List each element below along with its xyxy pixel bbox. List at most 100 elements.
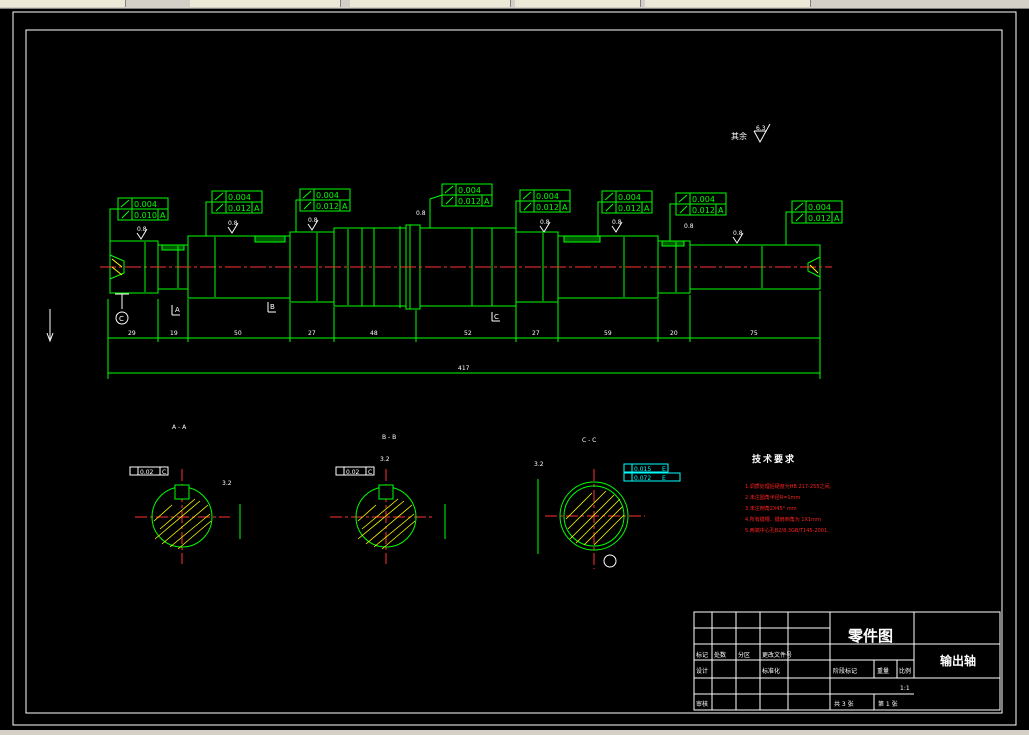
requirement-item: 2.未注圆角半径R=1mm bbox=[745, 494, 800, 501]
svg-text:设计: 设计 bbox=[696, 667, 708, 675]
svg-text:3.2: 3.2 bbox=[534, 461, 544, 468]
svg-text:审核: 审核 bbox=[696, 700, 708, 708]
roughness-note: 其余 6.3 bbox=[731, 123, 771, 144]
total-length-label: 417 bbox=[458, 365, 470, 372]
section-b-title: B - B bbox=[382, 434, 396, 441]
tolerance-frame-7: 0.004 0.012 A bbox=[675, 192, 727, 216]
svg-text:0.015: 0.015 bbox=[634, 466, 651, 473]
requirement-item: 5.两端中心孔B2/8.3GB/T145-2001. bbox=[745, 527, 829, 534]
svg-text:重量: 重量 bbox=[877, 667, 889, 675]
svg-text:0.004: 0.004 bbox=[692, 195, 715, 204]
datum-circle-label: C bbox=[119, 315, 124, 323]
svg-text:分区: 分区 bbox=[738, 651, 750, 659]
cad-drawing-canvas[interactable]: 其余 6.3 A B C C 0.004 0.010 A 0.004 0.012… bbox=[0, 9, 1029, 730]
segment-length-labels: 29 19 50 27 48 52 27 59 20 75 bbox=[128, 330, 758, 337]
svg-text:0.8: 0.8 bbox=[684, 223, 694, 230]
svg-text:A: A bbox=[834, 214, 840, 223]
outer-frame bbox=[12, 11, 1017, 726]
svg-text:48: 48 bbox=[370, 330, 378, 337]
svg-text:A: A bbox=[644, 204, 650, 213]
svg-text:0.004: 0.004 bbox=[458, 186, 481, 195]
toolbar-tab[interactable] bbox=[0, 0, 126, 7]
status-bar bbox=[0, 730, 1029, 735]
section-c-view: C - C 0.015 E 0.072 E 3.2 bbox=[534, 437, 681, 569]
svg-text:标记: 标记 bbox=[696, 651, 708, 659]
svg-text:0.02: 0.02 bbox=[140, 469, 154, 476]
section-c-title: C - C bbox=[582, 437, 596, 444]
svg-text:A: A bbox=[254, 204, 260, 213]
svg-text:20: 20 bbox=[670, 330, 678, 337]
window-toolbar bbox=[0, 0, 1029, 9]
svg-text:0.072: 0.072 bbox=[634, 475, 651, 482]
svg-text:比例: 比例 bbox=[899, 667, 911, 675]
svg-text:0.012: 0.012 bbox=[808, 214, 831, 223]
svg-text:0.8: 0.8 bbox=[416, 210, 426, 217]
svg-text:第 1 张: 第 1 张 bbox=[878, 700, 898, 708]
svg-text:E: E bbox=[662, 466, 666, 473]
section-mark-c: C bbox=[494, 313, 499, 321]
svg-text:0.012: 0.012 bbox=[618, 204, 641, 213]
toolbar-tab[interactable] bbox=[350, 0, 511, 7]
toolbar-tab[interactable] bbox=[515, 0, 641, 7]
section-a-view: A - A 0.02 C 3.2 bbox=[129, 424, 241, 564]
toolbar-tab[interactable] bbox=[645, 0, 811, 7]
tolerance-frame-2: 0.004 0.012 A bbox=[211, 190, 263, 214]
svg-text:阶段标记: 阶段标记 bbox=[833, 667, 857, 675]
svg-text:更改文件号: 更改文件号 bbox=[762, 651, 792, 659]
svg-text:处数: 处数 bbox=[714, 651, 726, 659]
roughness-note-prefix: 其余 bbox=[731, 131, 747, 141]
svg-text:0.004: 0.004 bbox=[808, 203, 831, 212]
drawing-type-label: 零件图 bbox=[847, 627, 893, 645]
toolbar-tab[interactable] bbox=[190, 0, 341, 7]
svg-text:52: 52 bbox=[464, 330, 472, 337]
technical-requirements: 技术要求 1.调质处理后硬度为HB 217-255之间。 2.未注圆角半径R=1… bbox=[745, 453, 834, 534]
tolerance-frame-8: 0.004 0.012 A bbox=[791, 200, 843, 224]
tolerance-frame-4: 0.004 0.012 A bbox=[441, 183, 493, 207]
svg-text:0.010: 0.010 bbox=[134, 211, 157, 220]
svg-text:A: A bbox=[718, 206, 724, 215]
section-mark-a: A bbox=[175, 306, 180, 314]
tolerance-frame-1: 0.004 0.010 A bbox=[117, 197, 169, 221]
svg-text:A: A bbox=[160, 211, 166, 220]
svg-text:59: 59 bbox=[604, 330, 612, 337]
section-cut-marks bbox=[115, 293, 500, 322]
svg-text:0.012: 0.012 bbox=[692, 206, 715, 215]
svg-text:3.2: 3.2 bbox=[380, 456, 390, 463]
svg-text:0.012: 0.012 bbox=[458, 197, 481, 206]
svg-text:共 3 张: 共 3 张 bbox=[834, 700, 854, 708]
svg-text:0.012: 0.012 bbox=[536, 203, 559, 212]
requirement-item: 4.所有键槽、键肩倒角为 1X1mm bbox=[745, 516, 821, 523]
svg-text:0.004: 0.004 bbox=[134, 200, 157, 209]
svg-text:标准化: 标准化 bbox=[762, 667, 780, 675]
svg-text:0.004: 0.004 bbox=[536, 192, 559, 201]
svg-text:A: A bbox=[562, 203, 568, 212]
svg-text:50: 50 bbox=[234, 330, 242, 337]
tolerance-frame-6: 0.004 0.012 A bbox=[601, 190, 653, 214]
tolerance-frame-3: 0.004 0.012 A bbox=[299, 188, 351, 212]
svg-text:0.004: 0.004 bbox=[618, 193, 641, 202]
svg-text:29: 29 bbox=[128, 330, 136, 337]
requirement-item: 3.未注倒角2X45° mm bbox=[745, 505, 797, 512]
svg-text:E: E bbox=[662, 475, 666, 482]
section-a-title: A - A bbox=[172, 424, 187, 431]
svg-text:75: 75 bbox=[750, 330, 758, 337]
section-b-view: B - B 0.02 C 3.2 bbox=[330, 434, 446, 564]
svg-text:1:1: 1:1 bbox=[900, 685, 910, 692]
svg-text:27: 27 bbox=[532, 330, 540, 337]
svg-text:0.012: 0.012 bbox=[228, 204, 251, 213]
part-name-label: 输出轴 bbox=[940, 653, 976, 668]
svg-text:0.004: 0.004 bbox=[316, 191, 339, 200]
svg-text:3.2: 3.2 bbox=[222, 480, 232, 487]
requirement-item: 1.调质处理后硬度为HB 217-255之间。 bbox=[745, 483, 834, 490]
roughness-note-value: 6.3 bbox=[756, 125, 766, 132]
svg-text:A: A bbox=[484, 197, 490, 206]
svg-text:C: C bbox=[368, 469, 372, 476]
svg-text:0.02: 0.02 bbox=[346, 469, 360, 476]
roughness-marks: 0.8 0.8 0.8 0.8 0.8 0.8 0.8 0.8 bbox=[137, 210, 743, 237]
inner-frame bbox=[25, 29, 1003, 714]
svg-text:19: 19 bbox=[170, 330, 178, 337]
requirements-title: 技术要求 bbox=[752, 453, 796, 465]
svg-text:A: A bbox=[342, 202, 348, 211]
svg-text:0.012: 0.012 bbox=[316, 202, 339, 211]
section-mark-b: B bbox=[270, 303, 275, 311]
